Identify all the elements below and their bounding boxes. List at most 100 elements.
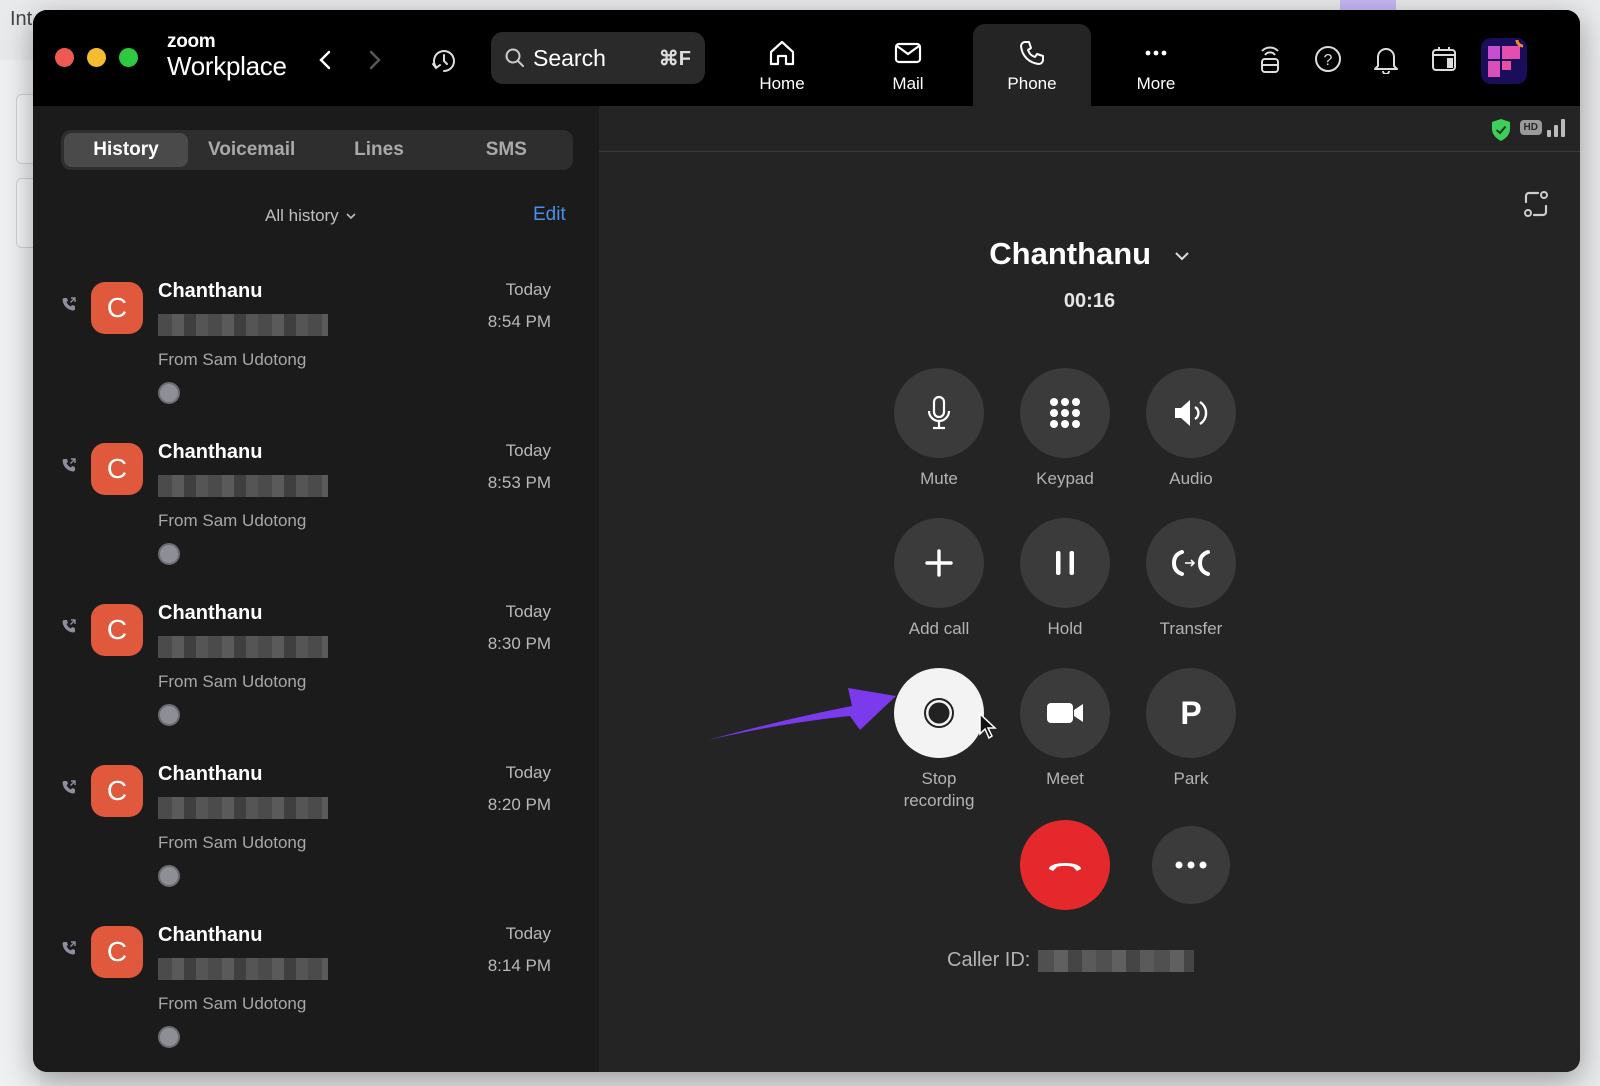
contact-avatar: C: [91, 926, 143, 978]
signal-icon: [1547, 119, 1565, 137]
edit-button[interactable]: Edit: [533, 204, 566, 226]
more-options-button[interactable]: [1131, 820, 1251, 904]
history-item[interactable]: C Chanthanu [redacted] From Sam Udotong …: [33, 266, 599, 427]
mail-icon: [894, 42, 922, 64]
active-call-panel: HD Chanthanu 00:16 Mute Keypad Audio Add…: [599, 106, 1580, 1072]
call-from: From Sam Udotong: [158, 511, 307, 530]
stop-recording-button[interactable]: Stop recording: [879, 668, 999, 812]
mute-button[interactable]: Mute: [879, 368, 999, 490]
park-button[interactable]: P Park: [1131, 668, 1251, 790]
history-item[interactable]: C Chanthanu [redacted] From Sam Udotong …: [33, 749, 599, 910]
tab-home-label: Home: [759, 74, 805, 93]
contact-name: Chanthanu: [158, 602, 263, 624]
forward-button[interactable]: [363, 48, 387, 72]
background-text: Int: [10, 8, 33, 30]
chevron-down-icon: [346, 213, 356, 220]
keypad-button[interactable]: Keypad: [1005, 368, 1125, 490]
titlebar: zoom Workplace Search ⌘F Home Mail Phone…: [33, 10, 1580, 108]
call-status-bar: HD: [599, 106, 1580, 152]
app-avatar[interactable]: [1481, 38, 1527, 84]
history-filter-label: All history: [265, 206, 339, 225]
pause-icon: [1056, 551, 1074, 575]
notifications-button[interactable]: [1371, 42, 1401, 76]
tab-voicemail[interactable]: Voicemail: [188, 133, 315, 167]
swap-device-icon[interactable]: [1520, 188, 1552, 220]
calendar-icon: [1432, 47, 1456, 71]
recording-indicator-icon[interactable]: [158, 865, 180, 887]
stop-recording-label: Stop recording: [903, 769, 975, 810]
call-time: 8:20 PM: [487, 795, 551, 814]
audio-label: Audio: [1169, 469, 1213, 488]
transfer-label: Transfer: [1159, 619, 1223, 638]
outgoing-call-icon: [62, 941, 76, 955]
contact-number-redacted: [redacted]: [158, 475, 328, 497]
app-logo: zoom Workplace: [167, 32, 287, 79]
recording-indicator-icon[interactable]: [158, 543, 180, 565]
caller-name-dropdown[interactable]: Chanthanu: [599, 236, 1580, 272]
svg-text:?: ?: [1324, 52, 1333, 69]
outgoing-call-icon: [62, 780, 76, 794]
tab-mail[interactable]: Mail: [849, 24, 967, 108]
calendar-button[interactable]: [1429, 42, 1459, 76]
meet-label: Meet: [1046, 769, 1084, 788]
close-window-button[interactable]: [55, 48, 74, 67]
recording-indicator-icon[interactable]: [158, 382, 180, 404]
tab-phone[interactable]: Phone: [973, 24, 1091, 108]
presence-icon: [1261, 46, 1279, 73]
call-day: Today: [505, 280, 551, 299]
call-from: From Sam Udotong: [158, 994, 307, 1013]
transfer-icon: [1171, 550, 1210, 576]
history-filter-dropdown[interactable]: All history: [265, 206, 357, 226]
transfer-button[interactable]: Transfer: [1131, 518, 1251, 640]
history-item[interactable]: C Chanthanu [redacted] From Sam Udotong …: [33, 427, 599, 588]
tab-lines[interactable]: Lines: [315, 133, 442, 167]
contact-number-redacted: [redacted]: [158, 636, 328, 658]
back-button[interactable]: [313, 48, 337, 72]
mute-label: Mute: [920, 469, 958, 488]
more-icon: [1145, 50, 1167, 56]
video-icon: [1047, 703, 1083, 723]
maximize-window-button[interactable]: [119, 48, 138, 67]
call-time: 8:14 PM: [487, 956, 551, 975]
hd-badge: HD: [1519, 120, 1542, 135]
tab-more[interactable]: More: [1097, 24, 1215, 108]
recent-history-button[interactable]: [429, 46, 459, 76]
microphone-icon: [927, 395, 951, 430]
outgoing-call-icon: [62, 297, 76, 311]
contact-avatar: C: [91, 443, 143, 495]
chevron-right-icon: [369, 50, 381, 70]
add-call-button[interactable]: Add call: [879, 518, 999, 640]
help-button[interactable]: ?: [1313, 42, 1343, 76]
tab-home[interactable]: Home: [723, 24, 841, 108]
recording-indicator-icon[interactable]: [158, 704, 180, 726]
audio-button[interactable]: Audio: [1131, 368, 1251, 490]
end-call-button[interactable]: [1005, 820, 1125, 910]
caller-id-label: Caller ID:: [947, 949, 1031, 971]
hold-button[interactable]: Hold: [1005, 518, 1125, 640]
presence-button[interactable]: [1255, 42, 1285, 76]
phone-icon: [1020, 41, 1044, 65]
hangup-icon: [1049, 863, 1081, 871]
meet-button[interactable]: Meet: [1005, 668, 1125, 790]
call-time: 8:30 PM: [487, 634, 551, 653]
help-icon: ?: [1315, 46, 1341, 72]
profile-logo-icon: [1488, 39, 1524, 77]
record-icon: [924, 698, 954, 728]
contact-avatar: C: [91, 765, 143, 817]
history-item[interactable]: C Chanthanu [redacted] From Sam Udotong …: [33, 910, 599, 1071]
minimize-window-button[interactable]: [87, 48, 106, 67]
call-time: 8:54 PM: [487, 312, 551, 331]
search-box[interactable]: Search ⌘F: [491, 32, 705, 84]
search-icon: [505, 48, 524, 67]
tab-history[interactable]: History: [64, 133, 188, 167]
contact-number-redacted: [redacted]: [158, 797, 328, 819]
contact-name: Chanthanu: [158, 441, 263, 463]
keypad-icon: [1050, 398, 1080, 428]
tab-sms[interactable]: SMS: [443, 133, 570, 167]
recording-indicator-icon[interactable]: [158, 1026, 180, 1048]
caller-id: Caller ID: [redacted]: [947, 949, 1195, 972]
call-from: From Sam Udotong: [158, 833, 307, 852]
contact-name: Chanthanu: [158, 924, 263, 946]
svg-text:P: P: [1180, 696, 1201, 730]
history-item[interactable]: C Chanthanu [redacted] From Sam Udotong …: [33, 588, 599, 749]
